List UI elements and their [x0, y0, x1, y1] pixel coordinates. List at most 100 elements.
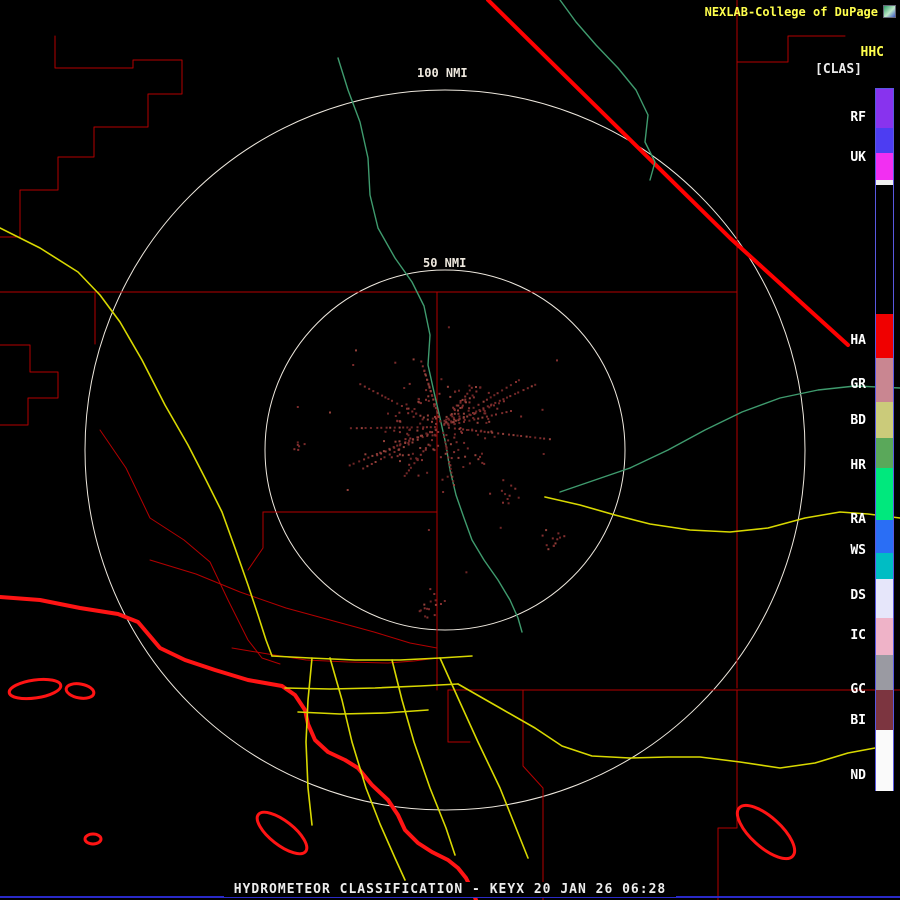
radar-echo: [457, 405, 459, 407]
radar-echo: [469, 397, 471, 399]
radar-echo: [440, 378, 442, 380]
radar-echo: [423, 604, 425, 606]
radar-echo: [487, 431, 489, 433]
radar-echo: [485, 422, 487, 424]
radar-echo: [304, 443, 306, 445]
radar-echo: [456, 441, 458, 443]
radar-echo: [421, 435, 423, 437]
island-outline: [8, 676, 62, 701]
legend-color-swatch: [876, 579, 893, 618]
radar-echo: [437, 412, 439, 414]
radar-echo: [408, 464, 410, 466]
radar-echo: [450, 420, 452, 422]
radar-echo: [412, 439, 414, 441]
radar-echo: [393, 430, 395, 432]
radar-echo: [526, 436, 528, 438]
radar-echo: [430, 390, 432, 392]
county-boundary-west-steps: [0, 345, 58, 425]
radar-echo: [435, 407, 437, 409]
river-main: [338, 58, 522, 632]
radar-echo: [442, 479, 444, 481]
legend-color-swatch: [876, 180, 893, 185]
radar-echo: [414, 408, 416, 410]
radar-echo: [494, 402, 496, 404]
radar-echo: [475, 430, 477, 432]
legend-color-swatch: [876, 402, 893, 438]
radar-echo: [407, 412, 409, 414]
radar-echo: [377, 392, 379, 394]
radar-echo: [496, 408, 498, 410]
radar-echo: [453, 484, 455, 486]
radar-echo: [420, 454, 422, 456]
radar-echo: [502, 433, 504, 435]
radar-echo: [543, 438, 545, 440]
legend-label-bd: BD: [850, 413, 866, 428]
range-ring-label-100nmi: 100 NMI: [417, 67, 468, 80]
radar-echo: [425, 447, 427, 449]
radar-echo: [556, 538, 558, 540]
radar-echo: [518, 497, 520, 499]
radar-echo: [389, 454, 391, 456]
radar-echo: [381, 395, 383, 397]
radar-echo: [447, 457, 449, 459]
radar-echo: [447, 476, 449, 478]
legend-label-ra: RA: [850, 512, 866, 527]
radar-echo: [462, 428, 464, 430]
radar-echo: [539, 437, 541, 439]
radar-echo: [463, 442, 465, 444]
radar-echo: [508, 502, 510, 504]
radar-echo: [529, 436, 531, 438]
radar-echo: [464, 456, 466, 458]
radar-echo: [445, 445, 447, 447]
radar-echo: [419, 610, 421, 612]
radar-echo: [449, 396, 451, 398]
radar-echo: [417, 426, 419, 428]
radar-echo: [465, 401, 467, 403]
legend-label-bi: BI: [850, 713, 866, 728]
product-title: HYDROMETEOR CLASSIFICATION - KEYX 20 JAN…: [224, 882, 677, 897]
radar-echo: [482, 407, 484, 409]
radar-echo: [447, 439, 449, 441]
radar-echo: [488, 392, 490, 394]
radar-echo: [463, 421, 465, 423]
county-line-mountains-lower: [232, 648, 437, 663]
radar-echo: [432, 448, 434, 450]
radar-echo: [406, 403, 408, 405]
radar-echo: [545, 529, 547, 531]
radar-echo: [408, 444, 410, 446]
radar-echo: [383, 440, 385, 442]
radar-echo: [461, 407, 463, 409]
radar-echo: [457, 449, 459, 451]
radar-echo: [481, 417, 483, 419]
radar-echo: [495, 414, 497, 416]
range-ring: [85, 90, 805, 810]
radar-echo: [448, 424, 450, 426]
radar-echo: [517, 392, 519, 394]
radar-echo: [473, 407, 475, 409]
radar-echo: [408, 469, 410, 471]
radar-echo: [515, 381, 517, 383]
radar-echo: [402, 427, 404, 429]
radar-echo: [426, 426, 428, 428]
radar-echo: [399, 421, 401, 423]
radar-echo: [419, 415, 421, 417]
island-outline: [85, 834, 101, 844]
radar-echo: [523, 389, 525, 391]
radar-echo: [459, 428, 461, 430]
radar-echo: [389, 427, 391, 429]
radar-display: 100 NMI 50 NMI NEXLAB-College of DuPage …: [0, 0, 900, 900]
radar-echo: [464, 396, 466, 398]
radar-echo: [427, 419, 429, 421]
radar-echo: [504, 493, 506, 495]
radar-echo: [493, 394, 495, 396]
legend-label-nd: ND: [850, 768, 866, 783]
radar-echo: [509, 395, 511, 397]
radar-echo: [401, 405, 403, 407]
radar-echo: [463, 416, 465, 418]
radar-echo: [368, 388, 370, 390]
radar-echo: [421, 459, 423, 461]
radar-echo: [553, 545, 555, 547]
radar-echo: [448, 326, 450, 328]
radar-echo: [446, 451, 448, 453]
county-line-mountains-upper: [150, 560, 437, 648]
